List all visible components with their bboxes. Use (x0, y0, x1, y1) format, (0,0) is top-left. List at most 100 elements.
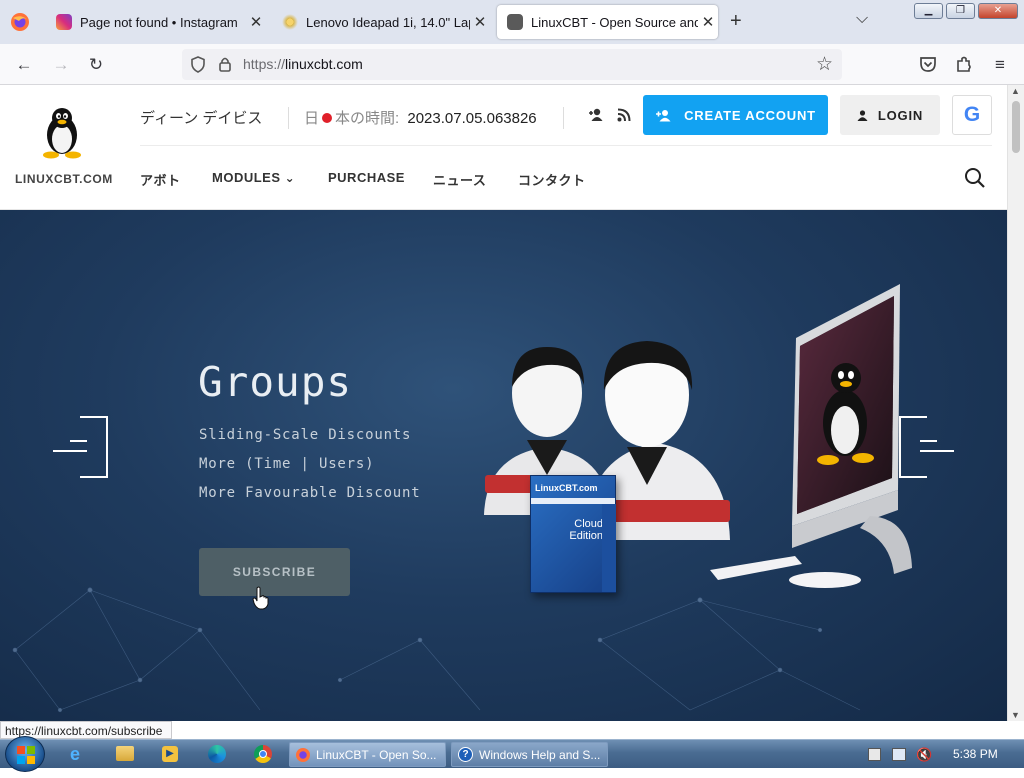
person-icon (857, 109, 868, 121)
list-all-tabs-icon[interactable]: ⌵ (856, 10, 868, 28)
login-button[interactable]: LOGIN (840, 95, 940, 135)
product-box-brand: LinuxCBT.com (535, 483, 598, 493)
rss-icon[interactable] (617, 108, 631, 122)
nav-modules-label: MODULES (212, 170, 281, 185)
divider (563, 107, 564, 129)
tray-volume-icon[interactable]: 🔇 (916, 747, 932, 763)
subscribe-label: SUBSCRIBE (232, 565, 317, 579)
extensions-icon[interactable] (955, 55, 973, 73)
time-prefix: 日 (304, 110, 320, 127)
reload-icon[interactable]: ↻ (85, 54, 107, 76)
star-icon[interactable]: ☆ (816, 53, 833, 76)
hero-bullet: Sliding-Scale Discounts (199, 427, 412, 443)
taskbar-app-label: LinuxCBT - Open So... (316, 747, 437, 762)
media-player-icon[interactable]: ▶ (162, 746, 178, 762)
hand-cursor-icon (252, 586, 269, 610)
site-header: LINUXCBT.COM ディーン デイビス 日本の時間: 2023.07.05… (0, 85, 1007, 210)
edge-icon[interactable] (208, 745, 226, 763)
previous-slide-icon[interactable] (50, 415, 112, 479)
product-box-edition: Cloud Edition (569, 518, 603, 542)
menu-icon[interactable]: ≡ (989, 54, 1011, 76)
google-signin-button[interactable]: G (952, 95, 992, 135)
instagram-icon (56, 14, 72, 30)
hero-bullet: More (Time | Users) (199, 456, 375, 472)
japan-time-clock: 日本の時間: 2023.07.05.063826 (304, 107, 537, 128)
chrome-icon[interactable] (254, 745, 272, 763)
add-user-icon (656, 109, 671, 121)
tab-linuxcbt[interactable]: LinuxCBT - Open Source and Cl ✕ (497, 5, 718, 39)
nav-news[interactable]: ニュース (433, 170, 486, 189)
ie-icon[interactable]: e (70, 744, 80, 765)
create-account-label: CREATE ACCOUNT (684, 107, 816, 123)
scroll-down-icon[interactable]: ▼ (1011, 710, 1020, 720)
pocket-icon[interactable] (919, 55, 937, 73)
scroll-up-icon[interactable]: ▲ (1011, 86, 1020, 96)
create-account-button[interactable]: CREATE ACCOUNT (643, 95, 828, 135)
new-tab-button[interactable]: + (730, 10, 742, 33)
taskbar-app-label: Windows Help and S... (479, 747, 601, 762)
user-name[interactable]: ディーン デイビス (140, 107, 262, 128)
firefox-view-button[interactable] (10, 12, 30, 32)
imac-illustration (710, 284, 912, 588)
tab-instagram[interactable]: Page not found • Instagram ✕ (46, 5, 266, 39)
taskbar-app-help[interactable]: ? Windows Help and S... (451, 742, 608, 767)
start-button[interactable] (5, 736, 45, 772)
forward-icon[interactable]: → (50, 54, 72, 76)
brand-text: LINUXCBT.COM (15, 172, 113, 186)
nav-contact[interactable]: コンタクト (518, 170, 586, 189)
firefox-icon (11, 13, 29, 31)
tab-title: Lenovo Ideapad 1i, 14.0" Laptop (306, 14, 470, 30)
lock-icon[interactable] (218, 56, 232, 73)
tray-flag-icon[interactable] (868, 748, 881, 761)
nav-purchase[interactable]: PURCHASE (328, 170, 405, 185)
url-domain: linuxcbt.com (285, 56, 363, 72)
lenovo-icon (282, 14, 298, 30)
divider (288, 107, 289, 129)
firefox-icon (296, 747, 310, 762)
close-tab-icon[interactable]: ✕ (470, 13, 490, 31)
explorer-icon[interactable] (116, 746, 134, 761)
minimize-button[interactable]: ▁ (914, 3, 943, 19)
tab-lenovo[interactable]: Lenovo Ideapad 1i, 14.0" Laptop ✕ (272, 5, 490, 39)
help-icon: ? (458, 747, 473, 762)
url-prefix: https:// (243, 56, 286, 72)
hero-title: Groups (198, 358, 353, 406)
windows-taskbar: e ▶ LinuxCBT - Open So... ? Windows Help… (0, 736, 1024, 772)
browser-tab-strip: Page not found • Instagram ✕ Lenovo Idea… (0, 0, 1024, 44)
subscribe-button[interactable]: SUBSCRIBE (199, 548, 350, 596)
scroll-thumb[interactable] (1012, 101, 1020, 153)
address-bar[interactable]: https://linuxcbt.com ☆ (182, 49, 842, 80)
login-label: LOGIN (877, 107, 924, 123)
tray-network-icon[interactable] (892, 748, 906, 761)
browser-navigation-bar: ← → ↻ https://linuxcbt.com ☆ ≡ (0, 44, 1024, 85)
hero-slider: Groups Sliding-Scale Discounts More (Tim… (0, 210, 1007, 721)
google-icon: G (963, 103, 981, 126)
close-tab-icon[interactable]: ✕ (246, 13, 266, 31)
url-text: https://linuxcbt.com (243, 56, 363, 72)
product-box: LinuxCBT.com Cloud Edition (530, 475, 616, 593)
nav-about[interactable]: アボト (140, 170, 181, 189)
product-box-spine (602, 504, 616, 592)
tab-title: Page not found • Instagram (80, 14, 238, 30)
tux-logo-icon (43, 108, 81, 159)
hero-bullet: More Favourable Discount (199, 485, 421, 501)
divider (140, 145, 992, 146)
back-icon[interactable]: ← (13, 54, 35, 76)
chevron-down-icon: ⌄ (284, 171, 296, 185)
close-tab-icon[interactable]: ✕ (698, 13, 718, 31)
tab-title: LinuxCBT - Open Source and Cl (531, 14, 698, 30)
time-value: 2023.07.05.063826 (407, 110, 537, 127)
time-label: 本の時間: (335, 110, 400, 127)
maximize-button[interactable]: ❐ (946, 3, 975, 19)
page-scrollbar[interactable]: ▲ ▼ (1007, 85, 1024, 721)
close-window-button[interactable]: ✕ (978, 3, 1018, 19)
linuxcbt-icon (507, 14, 523, 30)
taskbar-app-firefox[interactable]: LinuxCBT - Open So... (289, 742, 446, 767)
add-user-icon[interactable] (588, 108, 604, 122)
shield-icon[interactable] (190, 56, 206, 73)
search-icon[interactable] (964, 167, 986, 189)
home-logo-link[interactable]: LINUXCBT.COM (12, 103, 112, 193)
record-dot-icon (322, 113, 333, 123)
nav-modules[interactable]: MODULES ⌄ (212, 170, 295, 185)
clock[interactable]: 5:38 PM (953, 747, 998, 761)
